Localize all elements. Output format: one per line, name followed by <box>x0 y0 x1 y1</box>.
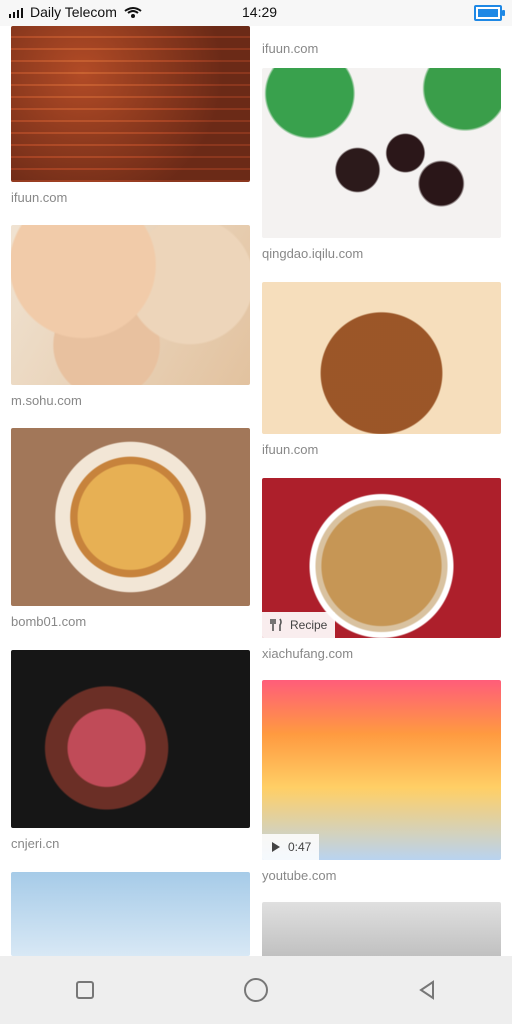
nav-home[interactable] <box>224 968 288 1012</box>
food-image[interactable] <box>11 26 250 182</box>
food-image[interactable]: Recipe <box>262 478 501 638</box>
source-label: m.sohu.com <box>11 393 82 408</box>
signal-icon <box>9 8 23 18</box>
left-card-2[interactable]: m.sohu.com <box>11 225 250 408</box>
battery <box>474 5 505 21</box>
circle-icon <box>243 978 268 1002</box>
left-card-3[interactable]: bomb01.com <box>11 428 250 629</box>
nav-recent-apps[interactable] <box>53 968 117 1012</box>
video-duration-badge: 0:47 <box>262 834 320 860</box>
status-left: Daily Telecom <box>8 4 143 20</box>
fork-knife-icon <box>270 618 282 631</box>
recipe-badge: Recipe <box>262 612 336 638</box>
recipe-label: Recipe <box>290 618 328 632</box>
food-image[interactable] <box>11 650 250 828</box>
play-icon <box>272 842 280 852</box>
battery-icon <box>474 5 505 21</box>
right-card-5[interactable] <box>262 902 501 956</box>
system-nav-bar <box>0 956 512 1024</box>
right-card-4[interactable]: 0:47 youtube.com <box>262 680 501 883</box>
back-triangle-icon <box>418 980 434 1000</box>
food-image[interactable] <box>11 428 250 606</box>
food-image[interactable] <box>262 68 501 238</box>
food-image[interactable] <box>262 282 501 434</box>
image-feed[interactable]: ifuun.com ifuun.com m.sohu.com bomb01.co… <box>0 26 512 956</box>
status-bar: Daily Telecom 14:29 <box>0 0 512 26</box>
source-label: bomb01.com <box>11 614 87 629</box>
left-card-4[interactable]: cnjeri.cn <box>11 650 250 851</box>
right-top-source-card[interactable]: ifuun.com <box>262 33 501 56</box>
food-image[interactable] <box>11 225 250 385</box>
food-image[interactable] <box>262 902 501 956</box>
source-label: ifuun.com <box>262 41 319 56</box>
right-card-3[interactable]: Recipe xiachufang.com <box>262 478 501 661</box>
carrier-name: Daily Telecom <box>30 4 117 20</box>
food-image[interactable] <box>11 872 250 956</box>
source-label: qingdao.iqilu.com <box>262 246 364 261</box>
left-card-1[interactable]: ifuun.com <box>11 26 250 205</box>
right-card-1[interactable]: qingdao.iqilu.com <box>262 68 501 261</box>
left-card-5[interactable] <box>11 872 250 956</box>
source-label: youtube.com <box>262 868 337 883</box>
nav-back[interactable] <box>395 968 459 1012</box>
square-icon <box>76 981 95 999</box>
status-time: 14:29 <box>242 4 278 20</box>
source-label: ifuun.com <box>11 190 68 205</box>
wifi-icon <box>124 7 142 18</box>
source-label: ifuun.com <box>262 442 319 457</box>
source-label: cnjeri.cn <box>11 836 60 851</box>
video-thumbnail[interactable]: 0:47 <box>262 680 501 860</box>
video-duration: 0:47 <box>288 840 312 854</box>
source-label: xiachufang.com <box>262 646 354 661</box>
right-card-2[interactable]: ifuun.com <box>262 282 501 457</box>
